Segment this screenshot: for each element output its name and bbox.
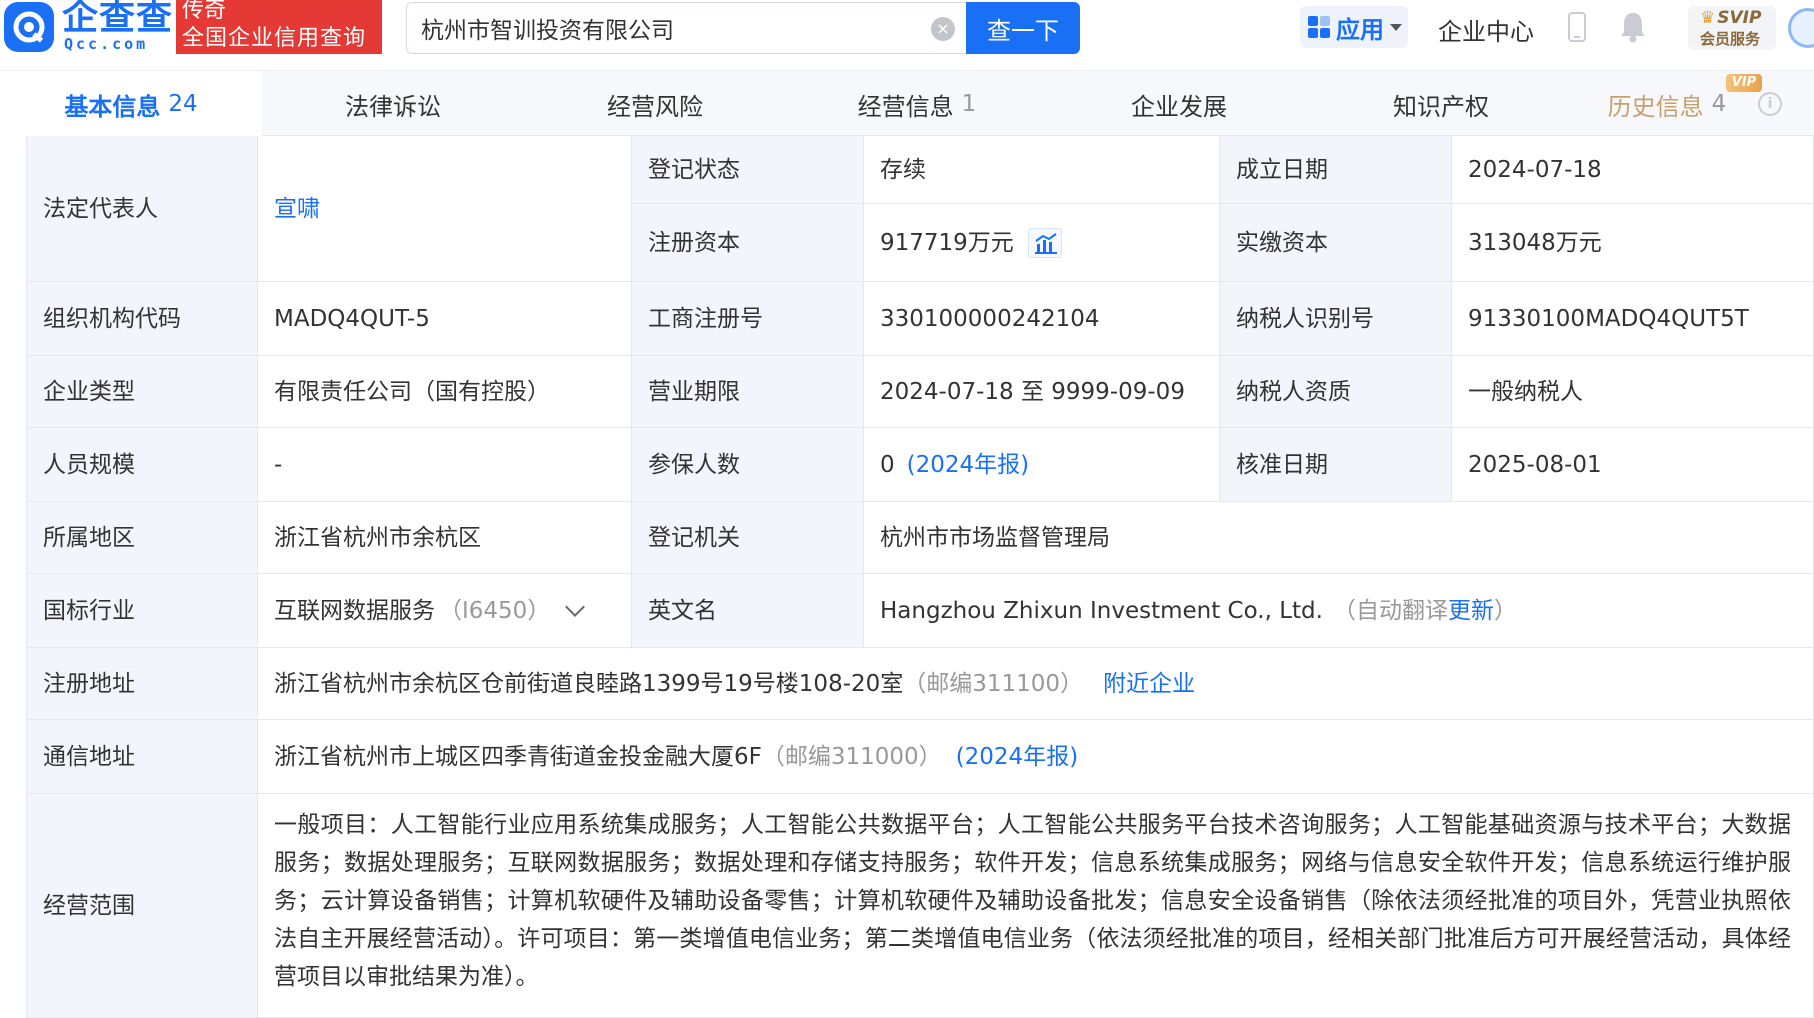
tab-intellectual-property[interactable]: 知识产权 [1310,71,1572,137]
scope-label: 经营范围 [26,794,258,1018]
taxpayer-id-value: 91330100MADQ4QUT5T [1452,282,1814,356]
reg-authority-value: 杭州市市场监督管理局 [864,502,1814,574]
update-translation-link[interactable]: 更新 [1448,592,1494,630]
apps-menu-button[interactable]: 应用 [1300,6,1408,48]
tab-business-info[interactable]: 经营信息 1 [786,71,1048,137]
insured-value: 0 [880,451,895,478]
svip-title: ♛ SVIP [1700,8,1762,28]
tab-business-risk[interactable]: 经营风险 [524,71,786,137]
insured-report-link[interactable]: (2024年报) [907,446,1029,484]
industry-code: （I6450） [439,597,551,624]
nearby-companies-link[interactable]: 附近企业 [1103,665,1195,703]
svip-button[interactable]: ♛ SVIP 会员服务 [1688,6,1776,50]
reg-authority-label: 登记机关 [632,502,864,574]
vip-badge: VIP [1726,74,1762,92]
company-type-value: 有限责任公司（国有控股） [258,356,632,428]
paid-capital-label: 实缴资本 [1220,204,1452,282]
tab-enterprise-development[interactable]: 企业发展 [1048,71,1310,137]
region-label: 所属地区 [26,502,258,574]
paid-capital-value: 313048万元 [1452,204,1814,282]
industry-cell[interactable]: 互联网数据服务 （I6450） [258,574,632,648]
english-name-value: Hangzhou Zhixun Investment Co., Ltd. [880,597,1323,624]
promo-banner[interactable]: 传奇 全国企业信用查询 [176,0,382,54]
search-button[interactable]: 查一下 [966,2,1080,54]
mobile-app-icon[interactable] [1568,12,1586,42]
info-icon[interactable]: i [1758,92,1782,116]
scope-value: 一般项目：人工智能行业应用系统集成服务；人工智能公共数据平台；人工智能公共服务平… [258,794,1814,1018]
approve-date-label: 核准日期 [1220,428,1452,502]
english-name-cell: Hangzhou Zhixun Investment Co., Ltd. （自动… [864,574,1814,648]
reg-address-label: 注册地址 [26,648,258,720]
approve-date-value: 2025-08-01 [1452,428,1814,502]
english-name-label: 英文名 [632,574,864,648]
mail-report-link[interactable]: (2024年报) [956,738,1078,776]
search-input[interactable] [421,11,921,45]
caret-down-icon [1390,23,1402,31]
staff-size-value: - [258,428,632,502]
mail-address-label: 通信地址 [26,720,258,794]
tab-legal-litigation[interactable]: 法律诉讼 [262,71,524,137]
reg-status-label: 登记状态 [632,136,864,204]
biz-term-label: 营业期限 [632,356,864,428]
apps-grid-icon [1308,16,1330,38]
legal-rep-link[interactable]: 宣啸 [274,190,320,228]
logo-domain: Qcc.com [64,35,149,53]
avatar[interactable] [1788,8,1814,48]
mail-address-cell: 浙江省杭州市上城区四季青街道金投金融大厦6F （邮编311000） (2024年… [258,720,1814,794]
mail-address-value: 浙江省杭州市上城区四季青街道金投金融大厦6F [274,743,762,770]
legal-rep-label: 法定代表人 [26,136,258,282]
promo-line1: 传奇 [182,0,227,23]
found-date-label: 成立日期 [1220,136,1452,204]
taxpayer-qual-label: 纳税人资质 [1220,356,1452,428]
reg-status-value: 存续 [864,136,1220,204]
biz-term-value: 2024-07-18 至 9999-09-09 [864,356,1220,428]
mail-address-zip: （邮编311000） [761,743,942,770]
reg-capital-value: 917719万元 [880,229,1014,256]
reg-address-value: 浙江省杭州市余杭区仓前街道良睦路1399号19号楼108-20室 [274,670,904,697]
found-date-value: 2024-07-18 [1452,136,1814,204]
capital-chart-icon[interactable] [1027,227,1062,258]
industry-value: 互联网数据服务 [274,597,435,624]
logo-text[interactable]: 企查查 [62,0,173,38]
company-type-label: 企业类型 [26,356,258,428]
legal-rep-cell: 宣啸 [258,136,632,282]
bell-icon[interactable] [1618,10,1648,44]
auto-translate-prefix: （自动翻译 [1332,597,1448,624]
qcc-logo-icon[interactable] [4,2,54,52]
promo-line2: 全国企业信用查询 [182,26,367,51]
insured-label: 参保人数 [632,428,864,502]
region-value: 浙江省杭州市余杭区 [258,502,632,574]
chevron-down-icon[interactable] [565,596,586,617]
staff-size-label: 人员规模 [26,428,258,502]
reg-address-zip: （邮编311100） [903,670,1084,697]
auto-translate-suffix: ） [1493,597,1517,624]
biz-reg-no-label: 工商注册号 [632,282,864,356]
industry-label: 国标行业 [26,574,258,648]
insured-cell: 0 (2024年报) [864,428,1220,502]
tab-basic-info[interactable]: 基本信息 24 [0,71,262,137]
reg-address-cell: 浙江省杭州市余杭区仓前街道良睦路1399号19号楼108-20室 （邮编3111… [258,648,1814,720]
org-code-value: MADQ4QUT-5 [258,282,632,356]
clear-icon[interactable]: × [931,17,955,41]
taxpayer-qual-value: 一般纳税人 [1452,356,1814,428]
reg-capital-label: 注册资本 [632,204,864,282]
taxpayer-id-label: 纳税人识别号 [1220,282,1452,356]
apps-label: 应用 [1336,15,1384,44]
top-header: 企查查 Qcc.com 传奇 全国企业信用查询 × 查一下 应用 企业中心 ♛S… [0,0,1814,62]
section-tabs: 基本信息 24 法律诉讼 经营风险 经营信息 1 企业发展 知识产权 历史信息 4 [0,70,1814,137]
reg-capital-cell: 917719万元 [864,204,1220,282]
search-box: × [406,2,966,54]
biz-reg-no-value: 330100000242104 [864,282,1220,356]
svip-subtitle: 会员服务 [1700,30,1761,48]
corp-center-link[interactable]: 企业中心 [1438,12,1534,47]
org-code-label: 组织机构代码 [26,282,258,356]
